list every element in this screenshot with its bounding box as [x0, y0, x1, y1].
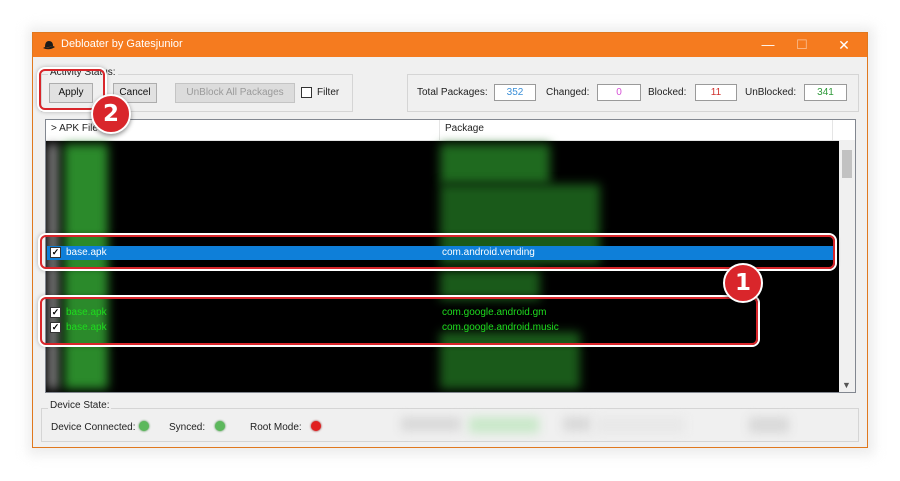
- scroll-down-icon[interactable]: ▼: [842, 380, 851, 390]
- blurred-package-column: [440, 270, 540, 300]
- column-header-package[interactable]: Package: [445, 123, 484, 134]
- changed-value: 0: [597, 84, 641, 101]
- close-button[interactable]: ✕: [827, 33, 861, 57]
- changed-label: Changed:: [546, 87, 590, 98]
- step-2-badge: 2: [91, 94, 131, 134]
- unblock-all-packages-button[interactable]: UnBlock All Packages: [175, 83, 295, 103]
- scrollbar-thumb[interactable]: [842, 150, 852, 178]
- root-mode-label: Root Mode:: [250, 422, 302, 433]
- checked-rows-highlight-box: [40, 297, 758, 345]
- selected-row-highlight-box: [40, 235, 835, 269]
- window-title: Debloater by Gatesjunior: [61, 38, 183, 50]
- blocked-label: Blocked:: [648, 87, 687, 98]
- blurred-package-column: [440, 144, 550, 184]
- column-divider: [832, 120, 833, 140]
- device-state-label: Device State:: [48, 400, 112, 411]
- vertical-scrollbar[interactable]: ▼: [839, 140, 855, 392]
- blurred-device-info: [563, 417, 591, 431]
- device-connected-indicator: [139, 421, 149, 431]
- minimize-button[interactable]: —: [751, 33, 785, 57]
- title-bar[interactable]: Debloater by Gatesjunior — ☐ ✕: [33, 33, 867, 57]
- device-connected-label: Device Connected:: [51, 422, 136, 433]
- total-packages-value: 352: [494, 84, 536, 101]
- filter-checkbox[interactable]: [301, 87, 312, 98]
- step-1-badge: 1: [723, 263, 763, 303]
- blocked-value: 11: [695, 84, 737, 101]
- synced-label: Synced:: [169, 422, 206, 433]
- unblocked-label: UnBlocked:: [745, 87, 797, 98]
- filter-label: Filter: [317, 87, 340, 98]
- column-header-apk-file[interactable]: > APK File: [51, 123, 98, 134]
- list-header: > APK File Package: [46, 120, 855, 141]
- blurred-device-info: [469, 417, 539, 433]
- synced-indicator: [215, 421, 225, 431]
- blurred-device-info: [401, 417, 461, 431]
- root-mode-indicator: [311, 421, 321, 431]
- fedora-hat-icon: [43, 41, 55, 50]
- unblocked-value: 341: [804, 84, 847, 101]
- column-divider: [439, 120, 440, 140]
- total-packages-label: Total Packages:: [417, 87, 488, 98]
- blurred-device-info: [749, 417, 789, 433]
- maximize-button[interactable]: ☐: [785, 33, 819, 57]
- blurred-device-info: [595, 417, 685, 433]
